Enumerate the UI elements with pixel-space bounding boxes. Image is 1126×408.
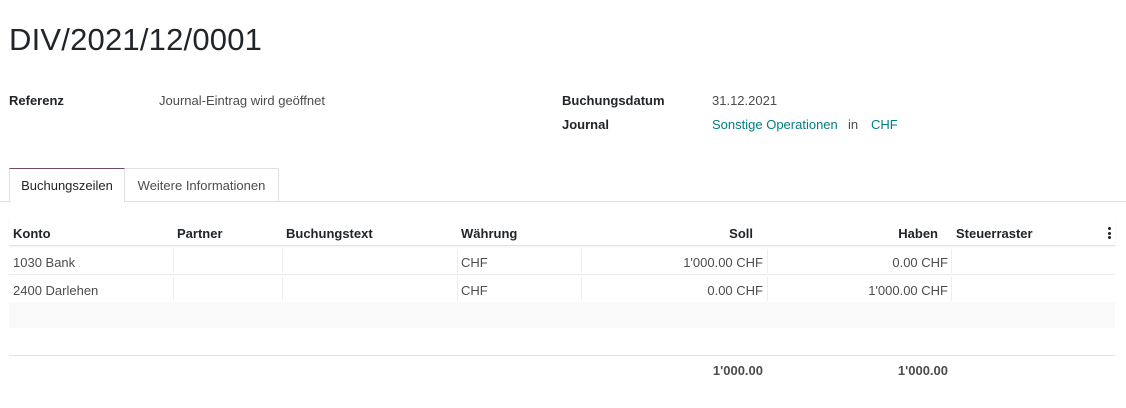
column-separator bbox=[457, 249, 458, 273]
header-konto[interactable]: Konto bbox=[13, 226, 51, 241]
column-separator bbox=[581, 249, 582, 273]
cell-waehrung: CHF bbox=[461, 283, 488, 298]
column-separator bbox=[767, 277, 768, 301]
date-value[interactable]: 31.12.2021 bbox=[712, 93, 777, 108]
column-separator bbox=[282, 277, 283, 301]
ref-value[interactable]: Journal-Eintrag wird geöffnet bbox=[159, 93, 325, 108]
cell-waehrung: CHF bbox=[461, 255, 488, 270]
page-title: DIV/2021/12/0001 bbox=[9, 22, 263, 57]
total-haben: 1'000.00 bbox=[897, 363, 948, 378]
vertical-ellipsis-icon[interactable] bbox=[1108, 227, 1111, 239]
header-haben[interactable]: Haben bbox=[774, 226, 938, 241]
table-header: Konto Partner Buchungstext Währung Soll … bbox=[9, 218, 1115, 246]
cell-konto: 1030 Bank bbox=[13, 255, 76, 270]
cell-haben: 1'000.00 CHF bbox=[868, 283, 948, 298]
tab-buchungszeilen[interactable]: Buchungszeilen bbox=[9, 168, 125, 203]
ref-label: Referenz bbox=[9, 93, 64, 108]
table-row[interactable]: 1030 Bank CHF 1'000.00 CHF 0.00 CHF bbox=[9, 247, 1115, 275]
total-soll: 1'000.00 bbox=[712, 363, 763, 378]
header-buchungstext[interactable]: Buchungstext bbox=[286, 226, 373, 241]
column-separator bbox=[173, 277, 174, 301]
date-label: Buchungsdatum bbox=[562, 93, 665, 108]
cell-konto: 2400 Darlehen bbox=[13, 283, 99, 298]
column-separator bbox=[581, 277, 582, 301]
column-separator bbox=[951, 277, 952, 301]
notebook-tabs: Buchungszeilen Weitere Informationen bbox=[0, 168, 1126, 203]
journal-in-text: in bbox=[848, 117, 859, 132]
header-steuerraster[interactable]: Steuerraster bbox=[956, 226, 1033, 241]
column-separator bbox=[767, 249, 768, 273]
column-separator bbox=[173, 249, 174, 273]
column-separator bbox=[282, 249, 283, 273]
currency-link[interactable]: CHF bbox=[871, 117, 898, 132]
header-waehrung[interactable]: Währung bbox=[461, 226, 517, 241]
tab-weitere-informationen[interactable]: Weitere Informationen bbox=[125, 168, 279, 202]
header-partner[interactable]: Partner bbox=[177, 226, 223, 241]
column-separator bbox=[457, 277, 458, 301]
empty-row bbox=[9, 302, 1115, 328]
header-soll[interactable]: Soll bbox=[589, 226, 753, 241]
cell-soll: 0.00 CHF bbox=[707, 283, 763, 298]
table-row[interactable]: 2400 Darlehen CHF 0.00 CHF 1'000.00 CHF bbox=[9, 275, 1115, 303]
footer-divider bbox=[9, 355, 1115, 356]
journal-label: Journal bbox=[562, 117, 609, 132]
column-separator bbox=[951, 249, 952, 273]
cell-haben: 0.00 CHF bbox=[892, 255, 948, 270]
cell-soll: 1'000.00 CHF bbox=[683, 255, 763, 270]
journal-value[interactable]: Sonstige Operationen bbox=[712, 117, 838, 132]
